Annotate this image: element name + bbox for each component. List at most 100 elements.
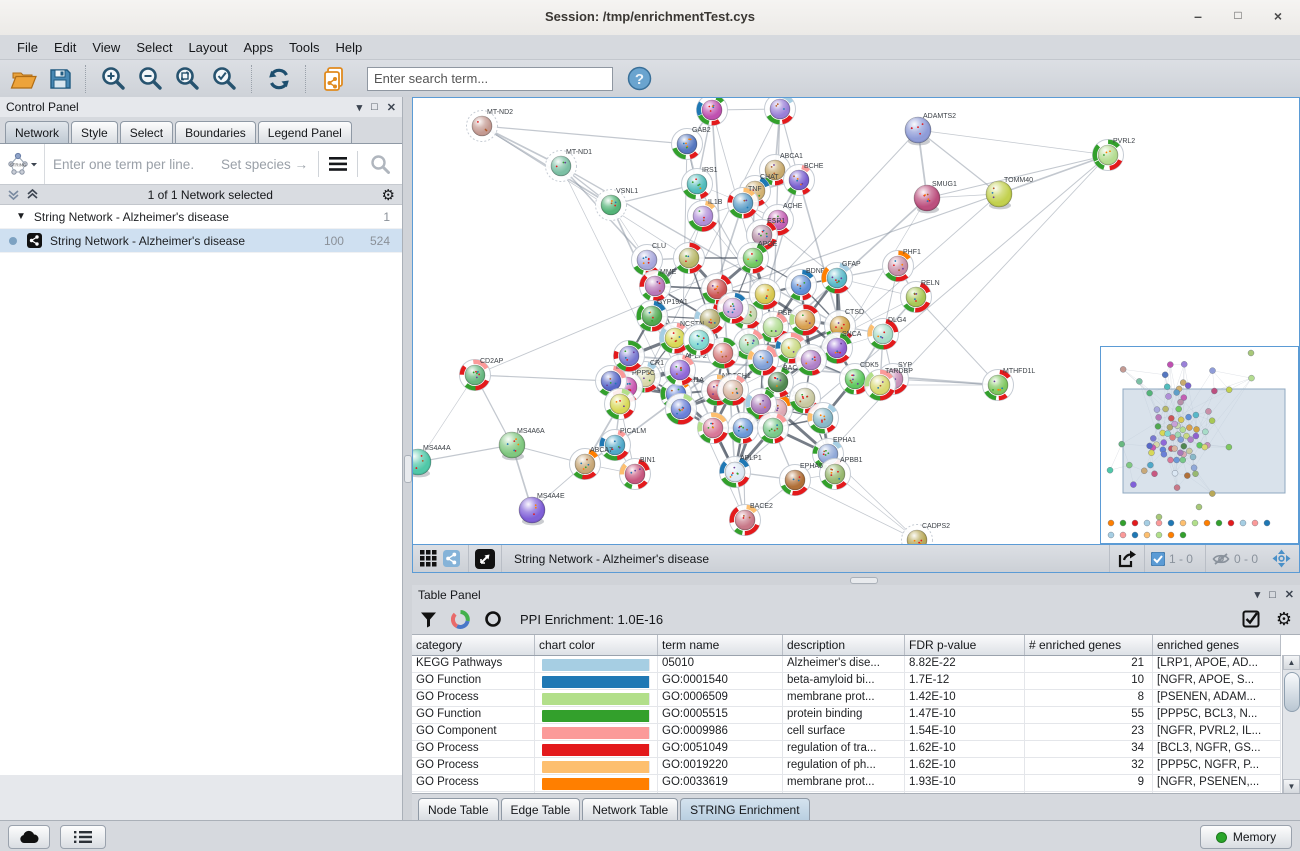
network-node-SMUG1[interactable]: SMUG1 (914, 181, 957, 213)
zoom-in-button[interactable] (100, 65, 127, 92)
splitter-handle[interactable] (404, 455, 412, 483)
maximize-button[interactable]: □ (1230, 8, 1246, 24)
column-header[interactable]: description (783, 635, 905, 655)
search-input[interactable] (367, 67, 613, 91)
scroll-down-arrow[interactable]: ▼ (1283, 779, 1300, 794)
menu-layout[interactable]: Layout (181, 37, 234, 58)
table-row[interactable]: GO FunctionGO:0001540beta-amyloid bi...1… (412, 673, 1281, 690)
network-node[interactable] (684, 325, 715, 356)
table-row[interactable]: GO ProcessGO:0019220regulation of ph...1… (412, 758, 1281, 775)
tab-legend-panel[interactable]: Legend Panel (258, 121, 352, 143)
network-node[interactable] (718, 293, 749, 324)
tab-style[interactable]: Style (71, 121, 118, 143)
network-node-RELN[interactable]: RELN (901, 280, 940, 313)
tab-select[interactable]: Select (120, 121, 173, 143)
network-node-APBB1[interactable]: APBB1 (820, 457, 863, 490)
table-header-row[interactable]: categorychart colorterm namedescriptionF… (412, 635, 1281, 656)
scroll-thumb[interactable] (1284, 672, 1300, 712)
string-query-input[interactable]: Enter one term per line. (45, 157, 221, 172)
hidden-eye-icon[interactable] (1212, 552, 1230, 566)
network-node-MT-ND2[interactable]: MT-ND2 (467, 109, 514, 142)
string-search-button[interactable] (370, 154, 390, 174)
table-scrollbar[interactable]: ▲ ▼ (1282, 655, 1300, 794)
settings-gear-icon[interactable]: ⚙ (1276, 609, 1292, 630)
column-header[interactable]: chart color (535, 635, 658, 655)
network-node[interactable] (790, 305, 821, 336)
network-node-PVRL2[interactable]: PVRL2 (1093, 138, 1136, 171)
cloud-services-button[interactable] (8, 825, 50, 849)
menu-file[interactable]: File (10, 37, 45, 58)
network-options-gear-icon[interactable]: ⚙ (382, 186, 395, 204)
network-node-MS4A4E[interactable]: MS4A4E (519, 493, 565, 525)
network-node-BACE2[interactable]: BACE2 (730, 503, 774, 536)
menu-help[interactable]: Help (329, 37, 370, 58)
network-node-IRS1[interactable]: IRS1 (682, 167, 718, 200)
network-node[interactable] (698, 413, 729, 444)
column-header[interactable]: FDR p-value (905, 635, 1025, 655)
network-node-SNCA[interactable]: SNCA (822, 331, 862, 364)
column-header[interactable]: # enriched genes (1025, 635, 1153, 655)
table-row[interactable]: GO FunctionGO:0005515protein binding1.47… (412, 707, 1281, 724)
table-row[interactable]: KEGG Pathways05010Alzheimer's dise...8.8… (412, 656, 1281, 673)
export-network-button[interactable] (1116, 549, 1138, 569)
expand-all-icon[interactable] (7, 188, 20, 201)
minimize-button[interactable]: – (1190, 8, 1206, 24)
chart-button[interactable] (451, 610, 470, 629)
save-session-button[interactable] (48, 67, 72, 91)
set-species-link[interactable]: Set species → (221, 157, 308, 172)
detach-view-button[interactable] (475, 549, 495, 569)
task-history-button[interactable] (60, 825, 106, 849)
menu-tools[interactable]: Tools (282, 37, 326, 58)
network-node-DLG4[interactable]: DLG4 (868, 317, 907, 350)
zoom-out-button[interactable] (137, 65, 164, 92)
network-node-IL1B[interactable]: IL1B (688, 199, 723, 232)
close-panel-icon[interactable]: ✕ (1285, 588, 1294, 601)
network-node-MTHFD1L[interactable]: MTHFD1L (983, 368, 1036, 401)
menu-select[interactable]: Select (129, 37, 179, 58)
apply-layout-button[interactable] (266, 66, 292, 92)
string-view-button[interactable] (443, 550, 460, 567)
column-header[interactable]: term name (658, 635, 783, 655)
ring-chart-button[interactable] (484, 610, 502, 628)
menu-edit[interactable]: Edit (47, 37, 83, 58)
close-button[interactable]: × (1270, 8, 1286, 24)
string-source-selector[interactable]: STRING (0, 144, 45, 184)
column-header[interactable]: category (412, 635, 535, 655)
birdseye-view[interactable] (1100, 346, 1299, 544)
network-node-PICALM[interactable]: PICALM (600, 428, 647, 461)
network-node-MT-ND1[interactable]: MT-ND1 (546, 149, 593, 182)
network-from-clipboard-button[interactable] (320, 65, 348, 93)
tab-node-table[interactable]: Node Table (418, 798, 499, 820)
network-node[interactable] (605, 389, 636, 420)
network-node-CD2AP[interactable]: CD2AP (460, 358, 504, 391)
network-node[interactable] (728, 413, 759, 444)
open-session-button[interactable] (10, 67, 38, 91)
network-row[interactable]: String Network - Alzheimer's disease 100… (0, 229, 402, 253)
table-row[interactable]: GO ProcessGO:0033619membrane prot...1.93… (412, 775, 1281, 792)
float-panel-icon[interactable]: □ (371, 101, 378, 113)
collapse-all-icon[interactable] (26, 188, 39, 201)
zoom-fit-button[interactable] (174, 65, 201, 92)
table-row[interactable]: GO ComponentGO:0009986cell surface1.54E-… (412, 724, 1281, 741)
selected-checkbox-icon[interactable] (1151, 552, 1165, 566)
select-rows-button[interactable] (1242, 610, 1260, 628)
network-node[interactable] (758, 413, 789, 444)
vertical-splitter[interactable] (403, 97, 412, 820)
network-node[interactable] (614, 341, 645, 372)
panel-menu-icon[interactable]: ▾ (1255, 588, 1261, 601)
network-node[interactable] (697, 98, 728, 126)
network-node-BIN1[interactable]: BIN1 (620, 457, 656, 490)
network-node-VSNL1[interactable]: VSNL1 (596, 188, 639, 221)
tab-network[interactable]: Network (5, 121, 69, 143)
column-header[interactable]: enriched genes (1153, 635, 1281, 655)
network-node-GFAP[interactable]: GFAP (822, 261, 862, 294)
network-node-MS4A4A[interactable]: MS4A4A (413, 445, 451, 477)
network-node[interactable] (808, 403, 839, 434)
birdseye-toggle-button[interactable] (1272, 549, 1291, 568)
memory-button[interactable]: Memory (1200, 825, 1292, 849)
query-options-button[interactable] (329, 157, 347, 171)
network-node-ABCA7[interactable]: ABCA7 (570, 447, 614, 480)
network-node[interactable] (796, 345, 827, 376)
float-panel-icon[interactable]: □ (1269, 589, 1276, 601)
network-node[interactable] (750, 279, 781, 310)
